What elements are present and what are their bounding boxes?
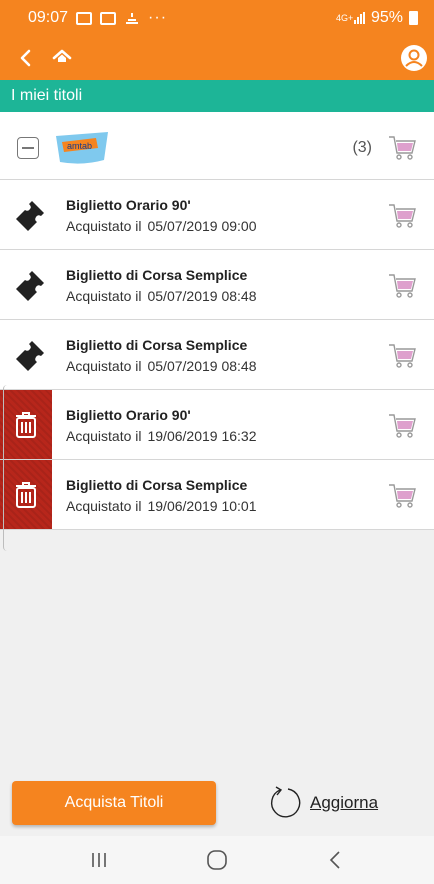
- delete-button[interactable]: [15, 482, 37, 508]
- bottom-actions: Acquista Titoli Aggiorna: [0, 778, 434, 832]
- gallery-icon: [100, 11, 117, 25]
- ticket-icon: [16, 341, 44, 371]
- ticket-row[interactable]: Biglietto di Corsa Semplice Acquistato i…: [0, 320, 434, 390]
- cart-icon[interactable]: [387, 480, 417, 510]
- purchase-label: Acquistato il: [66, 218, 142, 234]
- ticket-purchase-info: Acquistato il 05/07/2019 08:48: [66, 288, 256, 304]
- user-avatar-icon[interactable]: [400, 44, 428, 72]
- amtab-logo-text: amtab: [67, 141, 92, 151]
- home-button[interactable]: [44, 36, 80, 80]
- ticket-list: Biglietto Orario 90' Acquistato il 05/07/…: [0, 180, 434, 530]
- refresh-button[interactable]: Aggiorna: [268, 784, 378, 822]
- refresh-icon: [270, 786, 301, 818]
- purchase-label: Acquistato il: [66, 358, 142, 374]
- ticket-title: Biglietto di Corsa Semplice: [66, 267, 248, 283]
- ticket-title: Biglietto di Corsa Semplice: [66, 477, 248, 493]
- ticket-title: Biglietto di Corsa Semplice: [66, 337, 248, 353]
- status-left: 09:07 ···: [28, 9, 167, 27]
- delete-button[interactable]: [15, 412, 37, 438]
- ticket-row-expired[interactable]: Biglietto Orario 90' Acquistato il 19/06/…: [0, 390, 434, 460]
- ticket-title: Biglietto Orario 90': [66, 407, 191, 423]
- ticket-row[interactable]: Biglietto di Corsa Semplice Acquistato i…: [0, 250, 434, 320]
- app-bar: [0, 36, 434, 80]
- ticket-title: Biglietto Orario 90': [66, 197, 191, 213]
- ticket-count: (3): [352, 139, 372, 156]
- status-right: 4G+ 95%: [336, 9, 418, 27]
- ticket-group-row[interactable]: amtab (3): [0, 112, 434, 180]
- cart-icon[interactable]: [387, 410, 417, 440]
- message-icon: [76, 11, 93, 25]
- ticket-row-expired[interactable]: Biglietto di Corsa Semplice Acquistato i…: [0, 460, 434, 530]
- ticket-purchase-info: Acquistato il 19/06/2019 16:32: [66, 428, 256, 444]
- home-nav-button[interactable]: [195, 840, 239, 880]
- section-header: I miei titoli: [0, 80, 434, 112]
- ticket-purchase-info: Acquistato il 19/06/2019 10:01: [66, 498, 256, 514]
- chevron-left-icon: [20, 49, 31, 67]
- cart-icon[interactable]: [387, 270, 417, 300]
- refresh-label: Aggiorna: [310, 793, 379, 812]
- purchase-label: Acquistato il: [66, 288, 142, 304]
- swipe-indicator: [3, 385, 9, 551]
- android-nav-bar: [0, 836, 434, 884]
- cart-icon[interactable]: [387, 200, 417, 230]
- weather-icon: [126, 13, 139, 24]
- purchase-date: 19/06/2019 16:32: [147, 428, 257, 444]
- collapse-button[interactable]: [17, 137, 39, 159]
- status-overflow: ···: [148, 9, 168, 26]
- amtab-logo: amtab: [56, 132, 108, 164]
- home-icon: [52, 49, 72, 62]
- cart-icon[interactable]: [387, 340, 417, 370]
- signal-icon: [353, 12, 365, 24]
- status-bar: 09:07 ··· 4G+ 95%: [0, 0, 434, 36]
- home-nav-icon: [207, 850, 227, 870]
- battery-icon: [409, 11, 418, 25]
- status-time: 09:07: [28, 9, 69, 26]
- purchase-date: 19/06/2019 10:01: [147, 498, 257, 514]
- ticket-purchase-info: Acquistato il 05/07/2019 08:48: [66, 358, 256, 374]
- ticket-purchase-info: Acquistato il 05/07/2019 09:00: [66, 218, 256, 234]
- battery-percent: 95%: [370, 9, 403, 26]
- purchase-label: Acquistato il: [66, 498, 142, 514]
- purchase-date: 05/07/2019 09:00: [147, 218, 257, 234]
- ticket-icon: [16, 201, 44, 231]
- ticket-row[interactable]: Biglietto Orario 90' Acquistato il 05/07/…: [0, 180, 434, 250]
- recents-button[interactable]: [77, 840, 121, 880]
- back-nav-button[interactable]: [313, 840, 357, 880]
- ticket-icon: [16, 271, 44, 301]
- recents-icon: [92, 853, 106, 867]
- network-type: 4G+: [335, 12, 354, 23]
- purchase-date: 05/07/2019 08:48: [147, 358, 257, 374]
- section-title: I miei titoli: [11, 87, 83, 104]
- cart-icon[interactable]: [387, 132, 417, 162]
- purchase-label: Acquistato il: [66, 428, 142, 444]
- purchase-date: 05/07/2019 08:48: [147, 288, 257, 304]
- back-nav-icon: [329, 851, 340, 869]
- back-button[interactable]: [8, 36, 44, 80]
- buy-tickets-button[interactable]: Acquista Titoli: [12, 781, 216, 825]
- screen: 09:07 ··· 4G+ 95% I miei titoli amtab (3…: [0, 0, 434, 884]
